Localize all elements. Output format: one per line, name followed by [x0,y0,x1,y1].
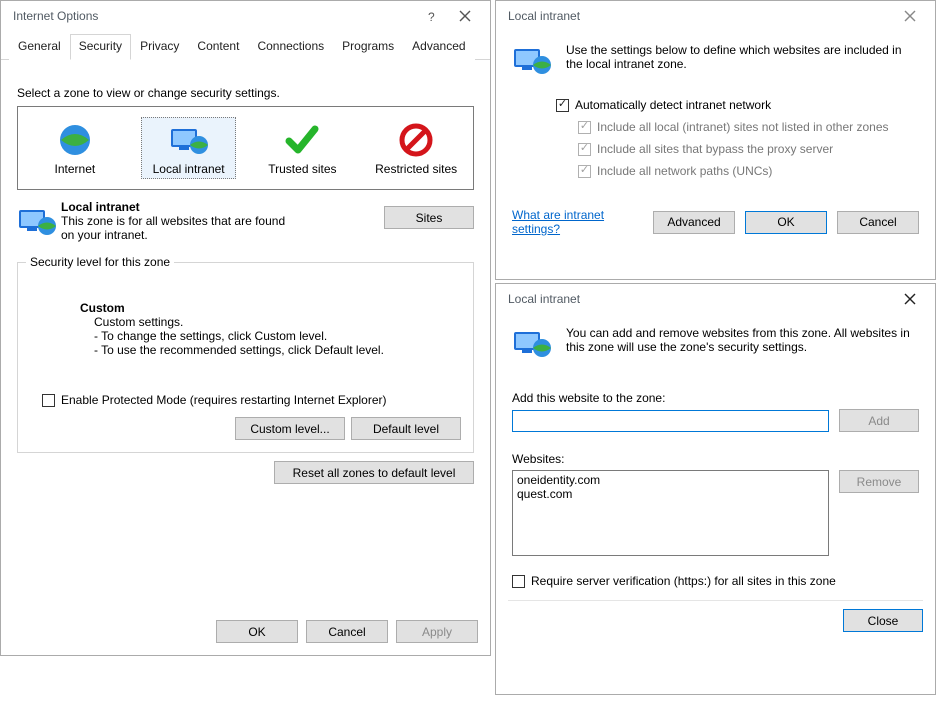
internet-options-dialog: Internet Options ? General Security Priv… [0,0,491,656]
zone-restricted-sites[interactable]: Restricted sites [369,117,464,179]
tabs: General Security Privacy Content Connect… [1,33,490,60]
tab-programs[interactable]: Programs [333,34,403,60]
dialog-desc: You can add and remove websites from thi… [566,326,919,363]
remove-button[interactable]: Remove [839,470,919,493]
apply-button[interactable]: Apply [396,620,478,643]
zone-title: Local intranet [61,200,374,214]
local-intranet-add-dialog: Local intranet You can add and remove we… [495,283,936,695]
zone-trusted-sites[interactable]: Trusted sites [255,117,350,179]
list-item[interactable]: oneidentity.com [517,473,824,487]
zone-list: Internet Local intranet Trusted sites Re… [17,106,474,190]
level-line3: - To use the recommended settings, click… [94,343,461,357]
auto-detect-label: Automatically detect intranet network [575,98,771,112]
include-local-checkbox [578,121,591,134]
zone-prompt: Select a zone to view or change security… [17,86,474,100]
add-button[interactable]: Add [839,409,919,432]
zone-local-intranet[interactable]: Local intranet [141,117,236,179]
monitor-globe-icon [512,326,556,363]
level-line2: - To change the settings, click Custom l… [94,329,461,343]
auto-detect-checkbox[interactable] [556,99,569,112]
help-icon[interactable]: ? [414,3,448,29]
level-heading: Custom [80,301,461,315]
include-bypass-label: Include all sites that bypass the proxy … [597,142,833,156]
sites-button[interactable]: Sites [384,206,474,229]
include-unc-label: Include all network paths (UNCs) [597,164,772,178]
security-level-group: Security level for this zone Custom Cust… [17,262,474,453]
close-button[interactable]: Close [843,609,923,632]
cancel-button[interactable]: Cancel [306,620,388,643]
what-are-settings-link[interactable]: What are intranet settings? [512,208,633,236]
window-title: Local intranet [508,9,893,23]
tab-privacy[interactable]: Privacy [131,34,188,60]
ok-button[interactable]: OK [216,620,298,643]
add-website-input[interactable] [512,410,829,432]
include-bypass-checkbox [578,143,591,156]
default-level-button[interactable]: Default level [351,417,461,440]
protected-mode-label: Enable Protected Mode (requires restarti… [61,393,387,407]
monitor-globe-icon [17,200,61,242]
titlebar: Local intranet [496,1,935,31]
add-label: Add this website to the zone: [512,391,919,405]
security-tab-content: Select a zone to view or change security… [1,60,490,496]
protected-mode-checkbox[interactable] [42,394,55,407]
tab-content[interactable]: Content [188,34,248,60]
monitor-globe-icon [512,43,556,80]
globe-icon [30,122,119,158]
close-icon[interactable] [893,3,927,29]
require-https-label: Require server verification (https:) for… [531,574,836,588]
tab-general[interactable]: General [9,34,70,60]
titlebar: Local intranet [496,284,935,314]
check-icon [258,122,347,158]
security-level-legend: Security level for this zone [26,255,174,269]
cancel-button[interactable]: Cancel [837,211,919,234]
websites-listbox[interactable]: oneidentity.com quest.com [512,470,829,556]
no-icon [372,122,461,158]
tab-advanced[interactable]: Advanced [403,34,474,60]
custom-level-button[interactable]: Custom level... [235,417,345,440]
local-intranet-settings-dialog: Local intranet Use the settings below to… [495,0,936,280]
reset-zones-button[interactable]: Reset all zones to default level [274,461,474,484]
monitor-globe-icon [144,122,233,158]
level-line1: Custom settings. [94,315,461,329]
zone-internet[interactable]: Internet [27,117,122,179]
include-local-label: Include all local (intranet) sites not l… [597,120,889,134]
advanced-button[interactable]: Advanced [653,211,735,234]
titlebar: Internet Options ? [1,1,490,31]
websites-label: Websites: [512,452,919,466]
tab-security[interactable]: Security [70,34,131,60]
list-item[interactable]: quest.com [517,487,824,501]
zone-description: Local intranet This zone is for all webs… [17,200,474,242]
window-title: Internet Options [13,9,414,23]
svg-text:?: ? [428,10,435,24]
close-icon[interactable] [893,286,927,312]
tab-connections[interactable]: Connections [248,34,333,60]
window-title: Local intranet [508,292,893,306]
require-https-checkbox[interactable] [512,575,525,588]
zone-desc: This zone is for all websites that are f… [61,214,291,242]
close-icon[interactable] [448,3,482,29]
dialog-desc: Use the settings below to define which w… [566,43,919,80]
ok-button[interactable]: OK [745,211,827,234]
include-unc-checkbox [578,165,591,178]
